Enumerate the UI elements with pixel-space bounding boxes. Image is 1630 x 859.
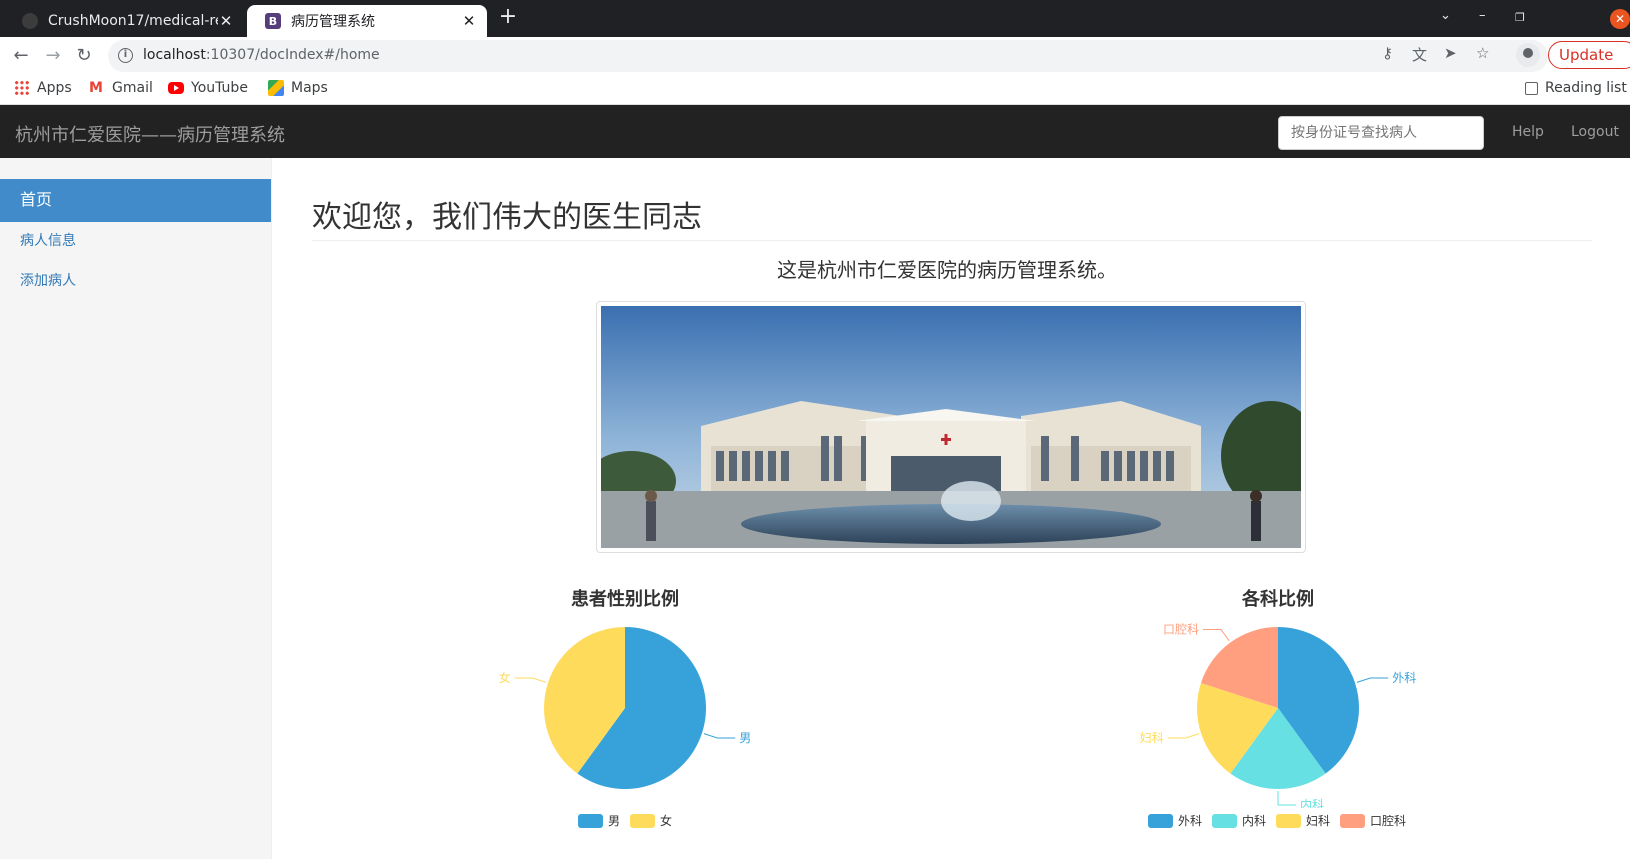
close-tab-icon[interactable]: ✕ <box>461 12 477 30</box>
update-button[interactable]: Update <box>1548 41 1630 69</box>
pie-slice-label: 内科 <box>1300 798 1324 808</box>
hospital-building-illustration <box>601 306 1301 548</box>
legend-item[interactable]: 口腔科 <box>1340 812 1406 829</box>
legend-label: 男 <box>608 814 621 828</box>
profile-avatar-icon[interactable] <box>1516 43 1540 67</box>
pie-label-line <box>703 733 736 739</box>
legend-swatch <box>630 813 656 828</box>
address-bar[interactable]: i localhost:10307/docIndex#/home <box>108 40 1548 72</box>
close-tab-icon[interactable]: ✕ <box>218 12 234 30</box>
reading-list-icon <box>1525 81 1538 95</box>
restore-icon[interactable]: ❐ <box>1515 11 1525 24</box>
maps-icon <box>268 80 284 96</box>
reading-list[interactable]: Reading list <box>1525 80 1627 96</box>
legend-label: 女 <box>660 814 673 828</box>
patient-search-input[interactable] <box>1278 116 1484 150</box>
page-subtitle: 这是杭州市仁爱医院的病历管理系统。 <box>777 258 1117 282</box>
browser-tab-bar: CrushMoon17/medical-re ✕ B 病历管理系统 ✕ + ⌄ … <box>0 0 1630 37</box>
browser-tab-github[interactable]: CrushMoon17/medical-re ✕ <box>4 5 244 37</box>
sidebar-item-patient-info[interactable]: 病人信息 <box>0 221 271 264</box>
new-tab-button[interactable]: + <box>496 6 520 30</box>
legend-item[interactable]: 女 <box>630 812 672 829</box>
legend-swatch <box>1212 813 1238 828</box>
legend-label: 外科 <box>1178 814 1203 828</box>
minimize-icon[interactable]: – <box>1479 8 1486 23</box>
pie-label-line <box>1356 677 1389 683</box>
legend-item[interactable]: 妇科 <box>1276 812 1330 829</box>
github-icon <box>22 13 38 29</box>
back-icon[interactable]: ← <box>10 45 32 67</box>
divider <box>312 240 1592 241</box>
site-info-icon[interactable]: i <box>118 48 133 63</box>
gmail-icon: M <box>89 80 103 96</box>
sidebar: 首页 病人信息 添加病人 <box>0 158 272 859</box>
apps-grid-icon <box>14 80 30 96</box>
tab-title: 病历管理系统 <box>291 14 375 30</box>
gender-pie-chart: 男女 <box>499 627 751 789</box>
reload-icon[interactable]: ↻ <box>73 45 95 67</box>
bookmarks-bar: Apps M Gmail YouTube Maps Reading list <box>0 74 1630 105</box>
bookmark-apps[interactable]: Apps <box>14 80 72 96</box>
pie-label-line <box>1167 733 1200 739</box>
sidebar-item-home[interactable]: 首页 <box>0 179 271 222</box>
bootstrap-icon: B <box>265 13 281 29</box>
pie-slice-label: 男 <box>739 731 751 745</box>
pie-label-line <box>514 677 547 683</box>
legend-label: 内科 <box>1242 814 1267 828</box>
bookmark-gmail[interactable]: M Gmail <box>89 80 153 96</box>
forward-icon[interactable]: → <box>42 45 64 67</box>
department-pie-chart: 外科内科 妇科 口腔科 <box>1140 622 1417 808</box>
logout-link[interactable]: Logout <box>1571 124 1619 140</box>
youtube-icon <box>168 82 184 94</box>
gender-chart-legend: 男女 <box>578 812 682 829</box>
pie-slice-label: 女 <box>499 670 511 685</box>
legend-item[interactable]: 内科 <box>1212 812 1266 829</box>
legend-label: 妇科 <box>1306 814 1331 828</box>
pie-slice-label: 口腔科 <box>1163 622 1199 637</box>
url-text[interactable]: localhost:10307/docIndex#/home <box>143 47 380 63</box>
legend-swatch <box>1148 813 1173 828</box>
hospital-image <box>596 301 1306 553</box>
browser-toolbar: ← → ↻ i localhost:10307/docIndex#/home ⚷… <box>0 37 1630 74</box>
pie-label-line <box>1202 629 1230 642</box>
tab-title: CrushMoon17/medical-re <box>48 13 218 29</box>
legend-swatch <box>1276 813 1302 828</box>
legend-swatch <box>1340 813 1366 828</box>
legend-swatch <box>578 813 603 828</box>
legend-item[interactable]: 男 <box>578 812 620 829</box>
translate-icon[interactable]: 文 <box>1412 44 1427 65</box>
tab-search-icon[interactable]: ⌄ <box>1440 8 1451 23</box>
key-icon[interactable]: ⚷ <box>1382 44 1393 62</box>
bookmark-maps[interactable]: Maps <box>268 80 328 96</box>
pie-slice-label: 外科 <box>1392 671 1416 685</box>
send-icon[interactable]: ➤ <box>1444 44 1457 62</box>
sidebar-item-add-patient[interactable]: 添加病人 <box>0 261 271 304</box>
pie-slice-label: 妇科 <box>1140 731 1164 745</box>
pie-label-line <box>1277 791 1296 806</box>
app-brand[interactable]: 杭州市仁爱医院——病历管理系统 <box>15 121 285 147</box>
legend-label: 口腔科 <box>1370 814 1407 828</box>
bookmark-youtube[interactable]: YouTube <box>168 80 248 96</box>
page-title: 欢迎您，我们伟大的医生同志 <box>312 200 702 235</box>
help-link[interactable]: Help <box>1512 124 1544 140</box>
bookmark-star-icon[interactable]: ☆ <box>1476 44 1489 62</box>
browser-tab-active[interactable]: B 病历管理系统 ✕ <box>247 5 487 37</box>
department-chart-legend: 外科 内科 妇科 口腔科 <box>1148 812 1416 829</box>
app-navbar: 杭州市仁爱医院——病历管理系统 Help Logout <box>0 105 1630 158</box>
close-window-icon[interactable]: ✕ <box>1610 9 1630 29</box>
legend-item[interactable]: 外科 <box>1148 812 1202 829</box>
